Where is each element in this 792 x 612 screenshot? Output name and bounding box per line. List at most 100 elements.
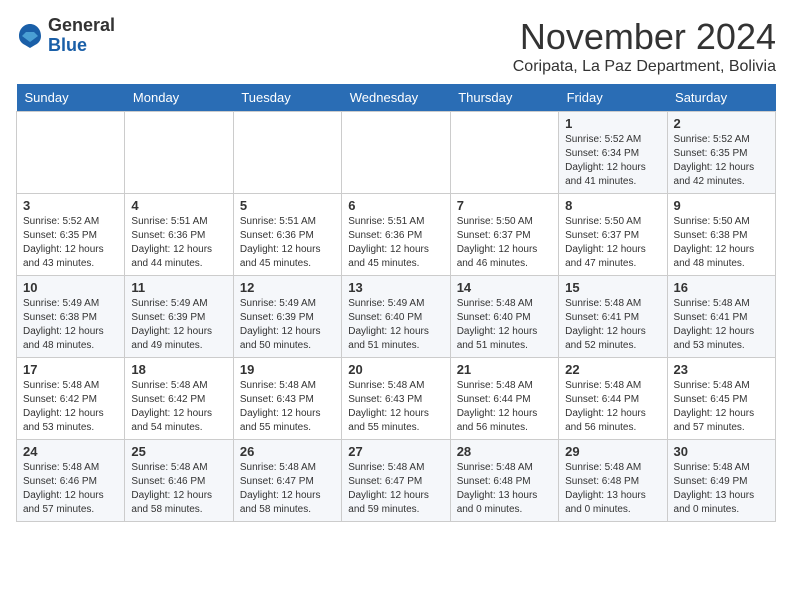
day-number: 9 [674,198,769,213]
calendar-cell: 30 Sunrise: 5:48 AM Sunset: 6:49 PM Dayli… [667,440,775,522]
day-number: 29 [565,444,660,459]
calendar-cell: 26Sunrise: 5:48 AM Sunset: 6:47 PM Dayli… [233,440,341,522]
calendar-cell: 22Sunrise: 5:48 AM Sunset: 6:44 PM Dayli… [559,358,667,440]
calendar-cell: 23 Sunrise: 5:48 AM Sunset: 6:45 PM Dayli… [667,358,775,440]
day-info: Sunrise: 5:48 AM Sunset: 6:49 PM Dayligh… [674,461,769,517]
day-info: Sunrise: 5:48 AM Sunset: 6:43 PM Dayligh… [240,379,335,435]
calendar-cell: 7Sunrise: 5:50 AM Sunset: 6:37 PM Daylig… [450,194,558,276]
calendar-cell [342,112,450,194]
day-info: Sunrise: 5:48 AM Sunset: 6:41 PM Dayligh… [674,297,769,353]
logo: General Blue [16,16,115,56]
day-number: 6 [348,198,443,213]
calendar-week-4: 17 Sunrise: 5:48 AM Sunset: 6:42 PM Dayli… [17,358,776,440]
calendar-cell [450,112,558,194]
calendar-cell: 1 Sunrise: 5:52 AM Sunset: 6:34 PM Daylig… [559,112,667,194]
day-number: 8 [565,198,660,213]
calendar-cell: 2Sunrise: 5:52 AM Sunset: 6:35 PM Daylig… [667,112,775,194]
weekday-header-sunday: Sunday [17,84,125,112]
calendar-cell: 15Sunrise: 5:48 AM Sunset: 6:41 PM Dayli… [559,276,667,358]
header: General Blue November 2024 Coripata, La … [16,16,776,76]
day-info: Sunrise: 5:50 AM Sunset: 6:38 PM Dayligh… [674,215,769,271]
weekday-header-row: SundayMondayTuesdayWednesdayThursdayFrid… [17,84,776,112]
calendar-week-5: 24Sunrise: 5:48 AM Sunset: 6:46 PM Dayli… [17,440,776,522]
day-number: 5 [240,198,335,213]
logo-icon [16,22,44,50]
day-info: Sunrise: 5:51 AM Sunset: 6:36 PM Dayligh… [131,215,226,271]
calendar-cell: 28 Sunrise: 5:48 AM Sunset: 6:48 PM Dayli… [450,440,558,522]
day-info: Sunrise: 5:48 AM Sunset: 6:40 PM Dayligh… [457,297,552,353]
day-info: Sunrise: 5:50 AM Sunset: 6:37 PM Dayligh… [565,215,660,271]
calendar-cell [17,112,125,194]
day-info: Sunrise: 5:49 AM Sunset: 6:39 PM Dayligh… [240,297,335,353]
day-number: 11 [131,280,226,295]
day-number: 1 [565,116,660,131]
calendar-header: SundayMondayTuesdayWednesdayThursdayFrid… [17,84,776,112]
day-number: 14 [457,280,552,295]
calendar-cell: 14 Sunrise: 5:48 AM Sunset: 6:40 PM Dayli… [450,276,558,358]
calendar-cell: 20 Sunrise: 5:48 AM Sunset: 6:43 PM Dayli… [342,358,450,440]
day-info: Sunrise: 5:50 AM Sunset: 6:37 PM Dayligh… [457,215,552,271]
month-title: November 2024 [513,16,776,58]
calendar-week-1: 1 Sunrise: 5:52 AM Sunset: 6:34 PM Daylig… [17,112,776,194]
day-number: 10 [23,280,118,295]
day-number: 17 [23,362,118,377]
day-number: 12 [240,280,335,295]
calendar-cell: 25Sunrise: 5:48 AM Sunset: 6:46 PM Dayli… [125,440,233,522]
day-info: Sunrise: 5:52 AM Sunset: 6:35 PM Dayligh… [23,215,118,271]
day-info: Sunrise: 5:48 AM Sunset: 6:44 PM Dayligh… [457,379,552,435]
logo-text: General Blue [48,16,115,56]
day-info: Sunrise: 5:51 AM Sunset: 6:36 PM Dayligh… [240,215,335,271]
day-info: Sunrise: 5:52 AM Sunset: 6:34 PM Dayligh… [565,133,660,189]
title-area: November 2024 Coripata, La Paz Departmen… [513,16,776,76]
day-number: 2 [674,116,769,131]
calendar-week-3: 10Sunrise: 5:49 AM Sunset: 6:38 PM Dayli… [17,276,776,358]
day-number: 18 [131,362,226,377]
day-number: 23 [674,362,769,377]
calendar-cell: 12 Sunrise: 5:49 AM Sunset: 6:39 PM Dayli… [233,276,341,358]
calendar-cell: 21Sunrise: 5:48 AM Sunset: 6:44 PM Dayli… [450,358,558,440]
day-number: 20 [348,362,443,377]
day-number: 3 [23,198,118,213]
weekday-header-thursday: Thursday [450,84,558,112]
day-info: Sunrise: 5:48 AM Sunset: 6:43 PM Dayligh… [348,379,443,435]
calendar-cell: 6 Sunrise: 5:51 AM Sunset: 6:36 PM Daylig… [342,194,450,276]
weekday-header-tuesday: Tuesday [233,84,341,112]
calendar-table: SundayMondayTuesdayWednesdayThursdayFrid… [16,84,776,522]
calendar-body: 1 Sunrise: 5:52 AM Sunset: 6:34 PM Daylig… [17,112,776,522]
calendar-cell: 17 Sunrise: 5:48 AM Sunset: 6:42 PM Dayli… [17,358,125,440]
calendar-week-2: 3 Sunrise: 5:52 AM Sunset: 6:35 PM Daylig… [17,194,776,276]
day-number: 26 [240,444,335,459]
day-number: 27 [348,444,443,459]
weekday-header-saturday: Saturday [667,84,775,112]
calendar-cell [233,112,341,194]
weekday-header-friday: Friday [559,84,667,112]
calendar-cell: 8 Sunrise: 5:50 AM Sunset: 6:37 PM Daylig… [559,194,667,276]
day-number: 16 [674,280,769,295]
day-info: Sunrise: 5:48 AM Sunset: 6:48 PM Dayligh… [457,461,552,517]
day-number: 28 [457,444,552,459]
day-number: 13 [348,280,443,295]
day-info: Sunrise: 5:49 AM Sunset: 6:39 PM Dayligh… [131,297,226,353]
day-info: Sunrise: 5:48 AM Sunset: 6:45 PM Dayligh… [674,379,769,435]
calendar-cell: 10Sunrise: 5:49 AM Sunset: 6:38 PM Dayli… [17,276,125,358]
calendar-cell: 24Sunrise: 5:48 AM Sunset: 6:46 PM Dayli… [17,440,125,522]
day-info: Sunrise: 5:48 AM Sunset: 6:41 PM Dayligh… [565,297,660,353]
weekday-header-monday: Monday [125,84,233,112]
day-number: 30 [674,444,769,459]
subtitle: Coripata, La Paz Department, Bolivia [513,58,776,76]
day-number: 4 [131,198,226,213]
day-info: Sunrise: 5:48 AM Sunset: 6:42 PM Dayligh… [23,379,118,435]
day-info: Sunrise: 5:48 AM Sunset: 6:47 PM Dayligh… [348,461,443,517]
calendar-cell: 16 Sunrise: 5:48 AM Sunset: 6:41 PM Dayli… [667,276,775,358]
calendar-cell: 18 Sunrise: 5:48 AM Sunset: 6:42 PM Dayli… [125,358,233,440]
calendar-cell: 27 Sunrise: 5:48 AM Sunset: 6:47 PM Dayli… [342,440,450,522]
day-info: Sunrise: 5:48 AM Sunset: 6:48 PM Dayligh… [565,461,660,517]
calendar-cell: 5 Sunrise: 5:51 AM Sunset: 6:36 PM Daylig… [233,194,341,276]
day-info: Sunrise: 5:48 AM Sunset: 6:42 PM Dayligh… [131,379,226,435]
calendar-cell [125,112,233,194]
day-info: Sunrise: 5:48 AM Sunset: 6:46 PM Dayligh… [131,461,226,517]
day-info: Sunrise: 5:48 AM Sunset: 6:44 PM Dayligh… [565,379,660,435]
calendar-cell: 29 Sunrise: 5:48 AM Sunset: 6:48 PM Dayli… [559,440,667,522]
day-info: Sunrise: 5:48 AM Sunset: 6:46 PM Dayligh… [23,461,118,517]
day-info: Sunrise: 5:51 AM Sunset: 6:36 PM Dayligh… [348,215,443,271]
